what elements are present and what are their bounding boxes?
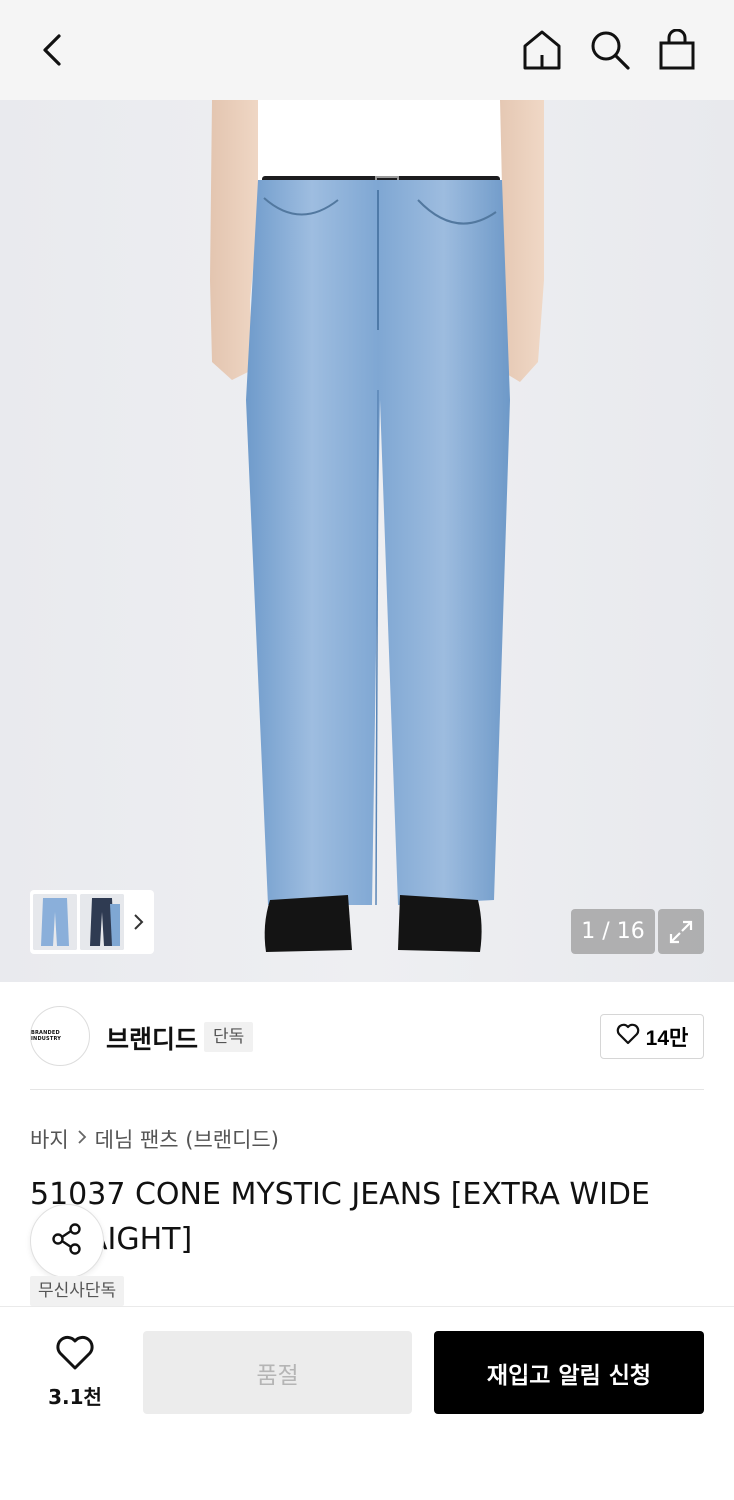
expand-icon[interactable] xyxy=(658,909,704,954)
thumbnail-image[interactable] xyxy=(80,894,124,950)
brand-name[interactable]: 브랜디드 xyxy=(106,1020,198,1056)
brand-logo-text: BRANDED INDUSTRY xyxy=(31,1030,62,1042)
breadcrumb: 바지 데님 팬츠 (브랜디드) xyxy=(30,1124,279,1154)
brand-logo[interactable]: BRANDED INDUSTRY xyxy=(30,1006,90,1066)
thumbnail-image[interactable] xyxy=(33,894,77,950)
wishlist-count: 3.1천 xyxy=(48,1385,102,1409)
home-icon[interactable] xyxy=(516,24,568,76)
brand-row: BRANDED INDUSTRY 브랜디드 단독 14만 xyxy=(30,1006,704,1068)
breadcrumb-category[interactable]: 바지 xyxy=(30,1124,69,1154)
thumbnail-strip[interactable] xyxy=(30,890,154,954)
image-counter: 1 / 16 xyxy=(571,909,655,954)
wishlist-button[interactable]: 3.1천 xyxy=(40,1335,110,1409)
heart-icon xyxy=(55,1335,95,1375)
product-photo xyxy=(210,100,544,952)
chevron-left-icon[interactable] xyxy=(26,24,78,76)
restock-alert-button[interactable]: 재입고 알림 신청 xyxy=(434,1331,704,1414)
share-icon xyxy=(49,1221,85,1261)
product-image-gallery[interactable]: 1 / 16 xyxy=(0,100,734,982)
breadcrumb-subcategory[interactable]: 데님 팬츠 (브랜디드) xyxy=(95,1124,279,1154)
divider xyxy=(30,1089,704,1090)
top-app-bar xyxy=(0,0,734,100)
chevron-right-icon xyxy=(77,1129,87,1150)
search-icon[interactable] xyxy=(584,24,636,76)
product-title: 51037 CONE MYSTIC JEANS [EXTRA WIDE STRA… xyxy=(30,1177,650,1257)
bottom-action-bar: 3.1천 품절 재입고 알림 신청 xyxy=(0,1306,734,1500)
exclusive-badge: 단독 xyxy=(204,1022,254,1052)
sold-out-button: 품절 xyxy=(143,1331,412,1414)
shopping-bag-icon[interactable] xyxy=(651,24,703,76)
heart-icon xyxy=(616,1023,640,1051)
share-button[interactable] xyxy=(30,1204,104,1278)
chevron-right-icon[interactable] xyxy=(127,912,149,932)
brand-like-count: 14만 xyxy=(645,1026,689,1050)
musinsa-exclusive-tag: 무신사단독 xyxy=(30,1276,125,1306)
brand-like-button[interactable]: 14만 xyxy=(600,1014,704,1059)
